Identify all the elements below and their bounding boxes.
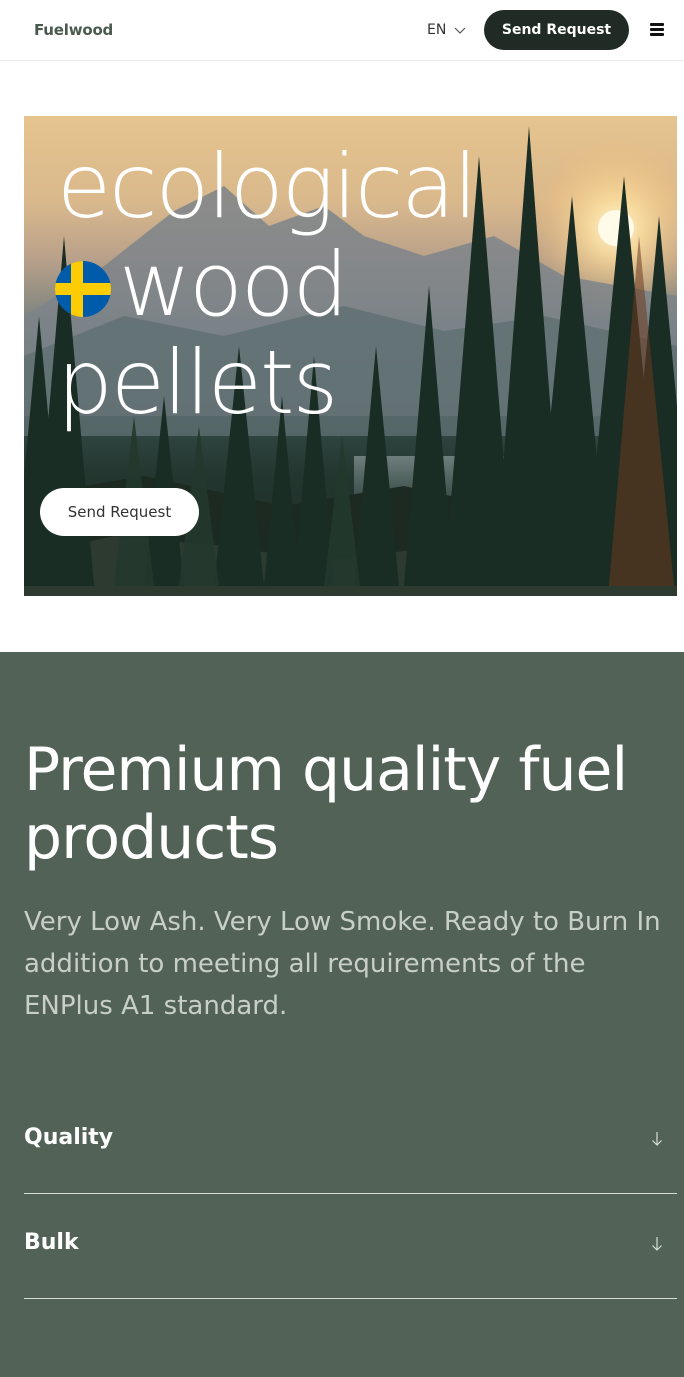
hero-title-line-3: pellets [57, 331, 338, 434]
arrow-down-icon [652, 1132, 662, 1146]
accordion-item-quality[interactable]: Quality [24, 1089, 677, 1194]
arrow-down-icon [652, 1237, 662, 1251]
products-section: Premium quality fuel products Very Low A… [0, 652, 684, 1377]
accordion-label: Quality [24, 1125, 114, 1150]
site-header: Fuelwood EN Send Request [0, 0, 684, 61]
section-subtitle: Very Low Ash. Very Low Smoke. Ready to B… [24, 907, 661, 1021]
language-selector[interactable]: EN [427, 21, 466, 39]
hamburger-menu-icon[interactable] [650, 23, 664, 36]
logo[interactable]: Fuelwood [34, 21, 113, 39]
hero-send-request-button[interactable]: Send Request [40, 488, 199, 536]
hero-title-line-2: wood [119, 233, 349, 336]
hero-banner: ecological wood pellets Send Request [24, 116, 677, 596]
hero-title-line-1: ecological [57, 135, 478, 238]
accordion-label: Bulk [24, 1230, 79, 1255]
hero-title: ecological wood pellets [57, 135, 478, 434]
chevron-down-icon [454, 27, 466, 34]
send-request-button[interactable]: Send Request [484, 10, 629, 50]
sweden-flag-icon [55, 261, 111, 317]
section-title: Premium quality fuel products [24, 735, 628, 873]
accordion-item-bulk[interactable]: Bulk [24, 1194, 677, 1299]
language-label: EN [427, 22, 447, 38]
